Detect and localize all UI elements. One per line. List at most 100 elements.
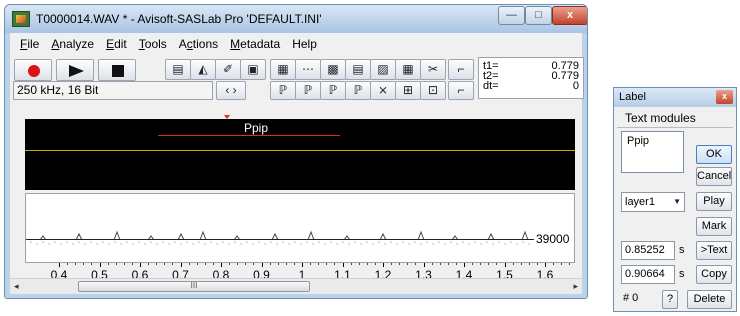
scroll-grip: III: [190, 281, 198, 290]
label-text[interactable]: Ppip: [244, 121, 268, 135]
spectrogram-icon[interactable]: ◭: [190, 59, 216, 80]
filter2-icon[interactable]: ⌐: [448, 81, 474, 100]
grid-icon-glyph: ▦: [402, 62, 414, 76]
axis-minor-tick: [326, 263, 328, 265]
axis-minor-tick: [528, 263, 530, 265]
stop-button[interactable]: [98, 59, 136, 81]
minimize-button[interactable]: —: [498, 6, 525, 25]
copy-button[interactable]: Copy: [696, 265, 732, 284]
mark-button[interactable]: Mark: [696, 217, 732, 236]
zoom-fit-icon[interactable]: ℙ: [320, 81, 346, 100]
axis-minor-tick: [196, 263, 198, 265]
play-button[interactable]: [56, 59, 94, 81]
axis-minor-tick: [561, 263, 563, 265]
markers-icon[interactable]: ⋯: [295, 59, 321, 80]
metadata-icon[interactable]: ▦: [270, 59, 296, 80]
scroll-right-icon[interactable]: ▸: [573, 281, 578, 292]
menu-actions-label: tions: [192, 37, 219, 51]
list-icon[interactable]: ▤: [345, 59, 371, 80]
label-dialog: Label x Text modules Ppip OK Cancel laye…: [613, 87, 737, 312]
axis-minor-tick: [229, 263, 231, 265]
table-icon[interactable]: ▩: [320, 59, 346, 80]
cancel-icon-glyph: ⨯: [377, 83, 389, 97]
menu-edit[interactable]: Edit: [100, 34, 133, 54]
list-icon-glyph: ▤: [352, 62, 364, 76]
cursor-readout: t1= 0.779 t2= 0.779 dt= 0: [478, 57, 584, 99]
ok-button[interactable]: OK: [696, 145, 732, 164]
zoom-view-icon[interactable]: ▤: [165, 59, 191, 80]
axis-minor-tick: [488, 263, 490, 265]
label-text-field[interactable]: Ppip: [621, 131, 684, 173]
axis-tick: [140, 263, 141, 267]
axis-tick: [504, 263, 506, 267]
menu-tools[interactable]: Tools: [133, 34, 173, 54]
zoom-in-icon[interactable]: ℙ: [270, 81, 296, 100]
label-strip[interactable]: Ppip: [25, 119, 575, 190]
axis-minor-tick: [318, 263, 320, 265]
help-button[interactable]: ?: [662, 290, 678, 309]
maximize-button[interactable]: □: [525, 6, 552, 25]
menu-analyze[interactable]: Analyze: [45, 34, 100, 54]
text-modules-header[interactable]: Text modules: [617, 110, 733, 128]
zoom-out-icon-glyph: ℙ: [303, 83, 313, 97]
grid-icon[interactable]: ▦: [395, 59, 421, 80]
axis-minor-tick: [358, 263, 360, 265]
menu-help[interactable]: Help: [286, 34, 323, 54]
horizontal-scrollbar[interactable]: ◂ III ▸: [10, 278, 582, 294]
axis-tick: [59, 263, 60, 267]
axis-minor-tick: [447, 263, 449, 265]
start-time-field[interactable]: 0.85252: [621, 241, 675, 260]
menu-metadata[interactable]: Metadata: [224, 34, 286, 54]
main-window: T0000014.WAV * - Avisoft-SASLab Pro 'DEF…: [4, 4, 588, 299]
dialog-title-bar[interactable]: Label x: [614, 88, 736, 107]
dt-label: dt=: [483, 80, 499, 92]
filter2-icon-glyph: ⌐: [457, 83, 465, 97]
dialog-title: Label: [619, 91, 646, 103]
metadata-icon-glyph: ▦: [277, 62, 289, 76]
play-label-button[interactable]: Play: [696, 192, 732, 211]
menu-analyze-label: nalyze: [59, 37, 95, 51]
close-button[interactable]: x: [552, 6, 587, 25]
menu-actions[interactable]: Actions: [173, 34, 224, 54]
delete-button[interactable]: Delete: [687, 290, 732, 309]
cancel-button[interactable]: Cancel: [696, 167, 732, 186]
end-time-field[interactable]: 0.90664: [621, 265, 675, 284]
axis-minor-tick: [399, 263, 401, 265]
envelope-panel[interactable]: 39000: [25, 193, 575, 263]
open-icon[interactable]: ✐: [215, 59, 241, 80]
axis-minor-tick: [350, 263, 352, 265]
filter-icon[interactable]: ⌐: [448, 59, 474, 80]
axis-minor-tick: [496, 263, 498, 265]
title-bar[interactable]: T0000014.WAV * - Avisoft-SASLab Pro 'DEF…: [5, 5, 587, 33]
snapshot-icon-glyph: ⊡: [427, 83, 439, 97]
axis-minor-tick: [407, 263, 409, 265]
record-button[interactable]: [14, 59, 52, 81]
dialog-close-button[interactable]: x: [716, 90, 733, 104]
cut-icon[interactable]: ✂: [420, 59, 446, 80]
axis-minor-tick: [536, 263, 538, 265]
scroll-left-icon[interactable]: ◂: [14, 281, 19, 292]
spectrum-icon[interactable]: ▨: [370, 59, 396, 80]
insert-icon[interactable]: ⊞: [395, 81, 421, 100]
save-icon[interactable]: ▣: [240, 59, 266, 80]
axis-minor-tick: [374, 263, 376, 265]
cancel-icon[interactable]: ⨯: [370, 81, 396, 100]
zoom-out-icon[interactable]: ℙ: [295, 81, 321, 100]
scroll-nav-button[interactable]: ‹ ›: [216, 81, 246, 100]
axis-minor-tick: [431, 263, 433, 265]
axis-minor-tick: [67, 263, 69, 265]
zoom-sel-icon[interactable]: ℙ: [345, 81, 371, 100]
scroll-thumb[interactable]: III: [78, 281, 310, 292]
app-icon[interactable]: [12, 11, 30, 27]
menu-tools-label: ools: [144, 37, 167, 51]
to-text-button[interactable]: >Text: [696, 241, 732, 260]
label-range-bar[interactable]: [158, 135, 340, 136]
axis-minor-tick: [115, 263, 117, 265]
axis-minor-tick: [277, 263, 279, 265]
play-icon: [69, 65, 84, 77]
snapshot-icon[interactable]: ⊡: [420, 81, 446, 100]
axis-tick: [180, 263, 182, 267]
menu-file[interactable]: File: [14, 34, 45, 54]
axis-minor-tick: [520, 263, 522, 265]
layer-select[interactable]: layer1 ▼: [621, 192, 685, 212]
